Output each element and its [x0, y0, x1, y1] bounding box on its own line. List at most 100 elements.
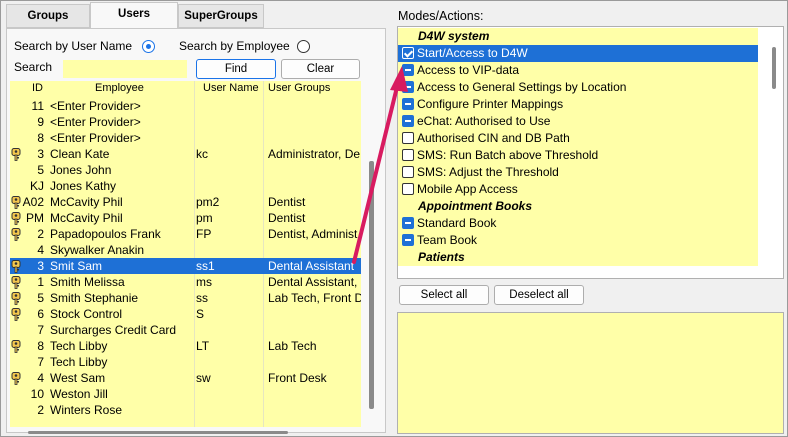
- mode-item[interactable]: Mobile App Access: [398, 181, 758, 198]
- cell-employee: Winters Rose: [50, 403, 123, 417]
- tab-groups[interactable]: Groups: [6, 4, 90, 28]
- checkbox[interactable]: [402, 183, 414, 195]
- mode-item-label: SMS: Adjust the Threshold: [417, 165, 559, 179]
- checkbox-partial[interactable]: [402, 98, 414, 110]
- mode-item[interactable]: SMS: Adjust the Threshold: [398, 164, 758, 181]
- table-row[interactable]: 2 Papadopoulos Frank FP Dentist, Administ: [10, 226, 361, 242]
- column-header-employee[interactable]: Employee: [95, 82, 144, 94]
- cell-employee: McCavity Phil: [50, 195, 123, 209]
- cell-user-groups: Dental Assistant: [268, 259, 355, 273]
- cell-id: 3: [37, 259, 44, 273]
- mode-item[interactable]: Start/Access to D4W: [398, 45, 758, 62]
- table-row[interactable]: 5 Smith Stephanie ss Lab Tech, Front D: [10, 290, 361, 306]
- mode-item[interactable]: Access to General Settings by Location: [398, 79, 758, 96]
- table-row[interactable]: 4 West Sam sw Front Desk: [10, 370, 361, 386]
- search-by-user-name-label: Search by User Name: [14, 39, 133, 53]
- cell-user-groups: Administrator, De: [268, 147, 361, 161]
- table-row[interactable]: 3 Smit Sam ss1 Dental Assistant: [10, 258, 361, 274]
- table-row[interactable]: 2 Winters Rose: [10, 402, 361, 418]
- checkbox-partial[interactable]: [402, 115, 414, 127]
- select-all-button[interactable]: Select all: [399, 285, 489, 305]
- checkbox-partial[interactable]: [402, 217, 414, 229]
- find-button[interactable]: Find: [196, 59, 276, 79]
- search-by-user-name-radio[interactable]: [142, 40, 155, 53]
- key-icon: [11, 260, 21, 273]
- cell-user-name: S: [196, 307, 205, 321]
- tab-supergroups[interactable]: SuperGroups: [178, 4, 264, 28]
- mode-item-label: Access to VIP-data: [417, 63, 520, 77]
- table-row[interactable]: 7 Tech Libby: [10, 354, 361, 370]
- mode-item[interactable]: Configure Printer Mappings: [398, 96, 758, 113]
- cell-user-groups: Dentist: [268, 211, 306, 225]
- table-row[interactable]: 1 Smith Melissa ms Dental Assistant,: [10, 274, 361, 290]
- cell-employee: Surcharges Credit Card: [50, 323, 177, 337]
- cell-employee: Tech Libby: [50, 339, 108, 353]
- column-header-id[interactable]: ID: [32, 82, 43, 94]
- table-row[interactable]: 9 <Enter Provider>: [10, 114, 361, 130]
- column-header-user-groups[interactable]: User Groups: [268, 82, 330, 94]
- mode-item-label: Configure Printer Mappings: [417, 97, 564, 111]
- grid-header: ID Employee User Name User Groups: [10, 81, 361, 97]
- mode-item[interactable]: Standard Book: [398, 215, 758, 232]
- table-row[interactable]: 4 Skywalker Anakin: [10, 242, 361, 258]
- cell-employee: Skywalker Anakin: [50, 243, 145, 257]
- cell-user-groups: Front Desk: [268, 371, 327, 385]
- table-row[interactable]: 3 Clean Kate kc Administrator, De: [10, 146, 361, 162]
- clear-button[interactable]: Clear: [281, 59, 360, 79]
- cell-user-name: ms: [196, 275, 212, 289]
- mode-item-label: SMS: Run Batch above Threshold: [417, 148, 599, 162]
- table-row[interactable]: 6 Stock Control S: [10, 306, 361, 322]
- checkbox-partial[interactable]: [402, 81, 414, 93]
- cell-employee: <Enter Provider>: [50, 131, 141, 145]
- cell-employee: Smit Sam: [50, 259, 103, 273]
- modes-vertical-scrollbar[interactable]: [766, 27, 783, 278]
- mode-item-label: Team Book: [417, 233, 478, 247]
- mode-item[interactable]: Authorised CIN and DB Path: [398, 130, 758, 147]
- mode-item[interactable]: SMS: Run Batch above Threshold: [398, 147, 758, 164]
- cell-id: 7: [37, 355, 44, 369]
- cell-employee: Jones Kathy: [50, 179, 117, 193]
- mode-item[interactable]: Team Book: [398, 232, 758, 249]
- table-row[interactable]: KJ Jones Kathy: [10, 178, 361, 194]
- mode-section-header: Patients: [398, 249, 758, 266]
- column-header-user-name[interactable]: User Name: [203, 82, 259, 94]
- tab-users[interactable]: Users: [90, 2, 178, 29]
- search-by-employee-radio[interactable]: [297, 40, 310, 53]
- mode-item[interactable]: eChat: Authorised to Use: [398, 113, 758, 130]
- scrollbar-thumb[interactable]: [772, 47, 776, 89]
- scrollbar-thumb[interactable]: [369, 161, 374, 409]
- checkbox-partial[interactable]: [402, 64, 414, 76]
- cell-employee: <Enter Provider>: [50, 115, 141, 129]
- table-row[interactable]: 7 Surcharges Credit Card: [10, 322, 361, 338]
- mode-item-label: D4W system: [418, 29, 490, 43]
- checkbox-checked[interactable]: [402, 47, 414, 59]
- checkbox-partial[interactable]: [402, 234, 414, 246]
- cell-employee: Stock Control: [50, 307, 123, 321]
- cell-id: 9: [37, 115, 44, 129]
- table-row[interactable]: A02 McCavity Phil pm2 Dentist: [10, 194, 361, 210]
- checkbox[interactable]: [402, 166, 414, 178]
- mode-item[interactable]: Access to VIP-data: [398, 62, 758, 79]
- table-row[interactable]: 8 <Enter Provider>: [10, 130, 361, 146]
- table-row[interactable]: 11 <Enter Provider>: [10, 98, 361, 114]
- grid-vertical-scrollbar[interactable]: [366, 81, 378, 409]
- scrollbar-thumb[interactable]: [28, 431, 288, 434]
- mode-item-label: Patients: [418, 250, 465, 264]
- table-row[interactable]: PM McCavity Phil pm Dentist: [10, 210, 361, 226]
- search-input[interactable]: [63, 60, 187, 78]
- checkbox[interactable]: [402, 132, 414, 144]
- cell-user-name: pm2: [196, 195, 220, 209]
- table-row[interactable]: 10 Weston Jill: [10, 386, 361, 402]
- checkbox[interactable]: [402, 149, 414, 161]
- cell-id: PM: [26, 211, 44, 225]
- grid-horizontal-scrollbar[interactable]: [10, 428, 361, 436]
- table-row[interactable]: 5 Jones John: [10, 162, 361, 178]
- deselect-all-button[interactable]: Deselect all: [494, 285, 584, 305]
- cell-employee: Jones John: [50, 163, 112, 177]
- cell-employee: Tech Libby: [50, 355, 108, 369]
- cell-id: KJ: [29, 179, 44, 193]
- description-panel: [397, 312, 784, 434]
- table-row[interactable]: 8 Tech Libby LT Lab Tech: [10, 338, 361, 354]
- cell-employee: West Sam: [50, 371, 106, 385]
- mode-item-label: Mobile App Access: [417, 182, 518, 196]
